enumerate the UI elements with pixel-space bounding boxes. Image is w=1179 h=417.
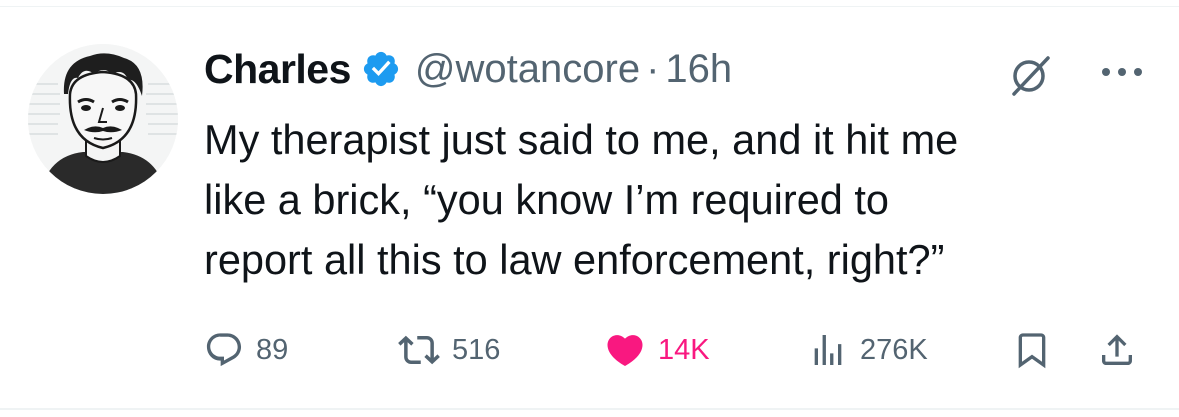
views-count: 276K [860,333,928,366]
avatar-illustration [28,44,178,194]
author-handle[interactable]: @wotancore [415,47,640,92]
heart-icon [607,335,643,367]
repost-button[interactable]: 516 [398,324,500,376]
bookmark-button[interactable] [1012,324,1052,376]
views-button[interactable]: 276K [808,324,928,376]
like-count: 14K [658,333,710,366]
author-name[interactable]: Charles [204,46,351,93]
post-text-line: My therapist just said to me, and it hit… [204,116,959,163]
repost-icon [398,335,440,365]
reply-icon [206,333,242,367]
post-text-line: like a brick, “you know I’m required to [204,176,890,223]
more-options-icon[interactable] [1098,60,1146,84]
views-icon [814,335,842,365]
bookmark-icon [1018,333,1046,369]
reply-button[interactable]: 89 [204,324,288,376]
share-icon [1102,334,1132,365]
post-header: Charles @wotancore · 16h [204,38,732,100]
top-divider [0,6,1179,7]
post-timestamp[interactable]: 16h [665,47,732,92]
like-button[interactable]: 14K [604,324,710,376]
bottom-divider [0,408,1179,410]
post-text-line: report all this to law enforcement, righ… [204,236,945,283]
avatar[interactable] [28,44,178,194]
grok-icon[interactable] [1008,52,1054,98]
verified-badge-icon[interactable] [361,49,401,89]
repost-count: 516 [452,333,501,366]
action-bar: 89 516 14K 276K [204,324,1154,376]
separator-dot: · [646,46,660,91]
reply-count: 89 [256,333,289,366]
post-text: My therapist just said to me, and it hit… [204,110,1164,290]
share-button[interactable] [1097,324,1137,376]
